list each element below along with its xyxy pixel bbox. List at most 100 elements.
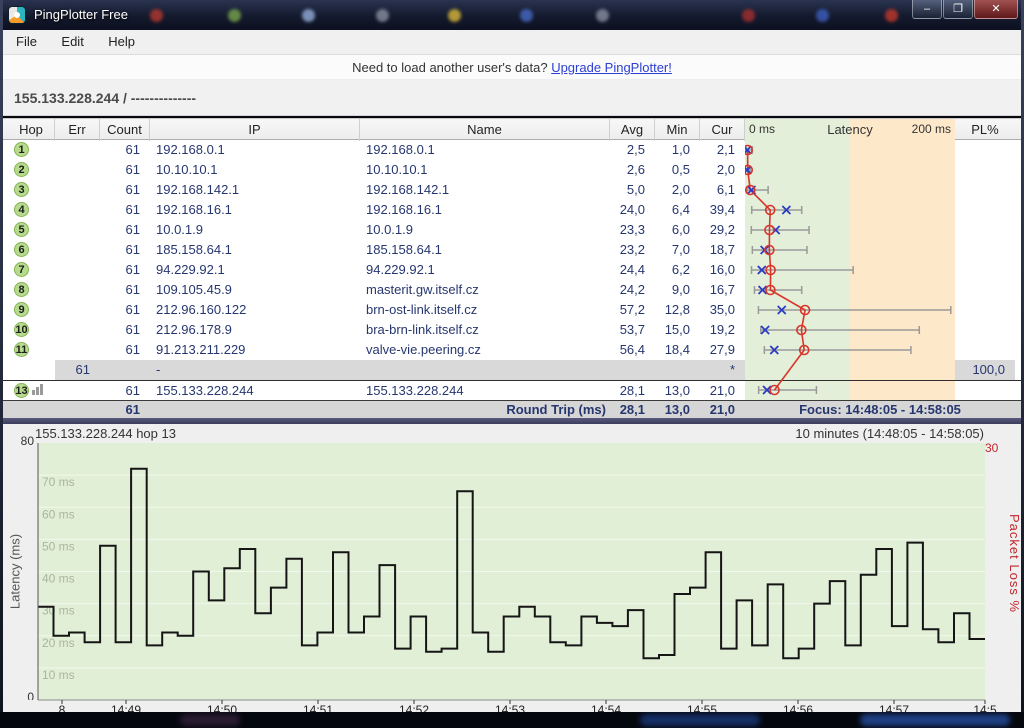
cell-name: masterit.gw.itself.cz xyxy=(360,280,610,300)
upgrade-link[interactable]: Upgrade PingPlotter! xyxy=(551,60,672,75)
column-header-min[interactable]: Min xyxy=(655,119,700,141)
glass-artifact xyxy=(885,9,898,22)
cell-hop xyxy=(8,360,55,380)
table-row[interactable]: 61-*100,0 xyxy=(0,360,1024,380)
column-header-count[interactable]: Count xyxy=(100,119,150,141)
summary-avg: 28,1 xyxy=(610,401,655,419)
table-row[interactable]: 161192.168.0.1192.168.0.12,51,02,1 xyxy=(0,140,1024,160)
cell-pl xyxy=(955,180,1015,200)
menu-file[interactable]: File xyxy=(6,30,47,53)
title-bar[interactable]: PingPlotter Free – ❐ ✕ xyxy=(0,0,1024,30)
cell-hop: 5 xyxy=(8,220,55,240)
hop-number-badge: 1 xyxy=(14,142,29,157)
menu-edit[interactable]: Edit xyxy=(51,30,93,53)
minimize-button[interactable]: – xyxy=(912,0,942,19)
column-header-name[interactable]: Name xyxy=(360,119,610,141)
cell-count: 61 xyxy=(100,280,150,300)
cell-min: 18,4 xyxy=(655,340,700,360)
cell-avg xyxy=(610,360,655,380)
glass-artifact xyxy=(448,9,461,22)
table-row[interactable]: 56110.0.1.910.0.1.923,36,029,2 xyxy=(0,220,1024,240)
menu-help[interactable]: Help xyxy=(98,30,145,53)
table-row[interactable]: 961212.96.160.122brn-ost-link.itself.cz5… xyxy=(0,300,1024,320)
hop-number-badge: 7 xyxy=(14,262,29,277)
cell-ip: 212.96.160.122 xyxy=(150,300,360,320)
cell-err xyxy=(55,280,100,300)
glass-artifact xyxy=(150,9,163,22)
x-tick-label: 8 xyxy=(59,703,66,712)
cell-cur: 35,0 xyxy=(700,300,745,320)
cell-err xyxy=(55,240,100,260)
cell-count: 61 xyxy=(100,260,150,280)
round-trip-row: 61Round Trip (ms)28,113,021,0Focus: 14:4… xyxy=(0,400,1024,418)
cell-count: 61 xyxy=(100,381,150,401)
focus-range-text: Focus: 14:48:05 - 14:58:05 xyxy=(745,401,1015,419)
table-row[interactable]: 461192.168.16.1192.168.16.124,06,439,4 xyxy=(0,200,1024,220)
cell-hop: 11 xyxy=(8,340,55,360)
glass-artifact xyxy=(228,9,241,22)
cell-pl xyxy=(955,320,1015,340)
cell-ip: 91.213.211.229 xyxy=(150,340,360,360)
maximize-button[interactable]: ❐ xyxy=(943,0,973,19)
cell-err xyxy=(55,220,100,240)
taskbar xyxy=(0,712,1024,728)
cell-name: valve-vie.peering.cz xyxy=(360,340,610,360)
menu-bar: File Edit Help xyxy=(0,30,1024,55)
table-row[interactable]: 116191.213.211.229valve-vie.peering.cz56… xyxy=(0,340,1024,360)
column-header-pl[interactable]: PL% xyxy=(955,119,1015,141)
hop-number-badge: 4 xyxy=(14,202,29,217)
cell-avg: 23,3 xyxy=(610,220,655,240)
x-tick-label: 14:52 xyxy=(399,703,429,712)
cell-hop: 13 xyxy=(8,381,55,401)
table-row[interactable]: 76194.229.92.194.229.92.124,46,216,0 xyxy=(0,260,1024,280)
cell-name: 192.168.142.1 xyxy=(360,180,610,200)
column-header-err[interactable]: Err xyxy=(55,119,100,141)
cell-name: bra-brn-link.itself.cz xyxy=(360,320,610,340)
close-button[interactable]: ✕ xyxy=(974,0,1018,19)
gridline-label: 70 ms xyxy=(42,475,75,489)
table-row[interactable]: 26110.10.10.110.10.10.12,60,52,0 xyxy=(0,160,1024,180)
cell-cur: * xyxy=(700,360,745,380)
cell-pl: 100,0 xyxy=(955,360,1015,380)
table-row[interactable]: 661185.158.64.1185.158.64.123,27,018,7 xyxy=(0,240,1024,260)
cell-min: 12,8 xyxy=(655,300,700,320)
cell-cur: 2,0 xyxy=(700,160,745,180)
cell-err xyxy=(55,300,100,320)
cell-count xyxy=(100,360,150,380)
cell-min: 6,4 xyxy=(655,200,700,220)
cell-min: 9,0 xyxy=(655,280,700,300)
column-header-cur[interactable]: Cur xyxy=(700,119,745,141)
cell-count: 61 xyxy=(100,340,150,360)
cell-avg: 5,0 xyxy=(610,180,655,200)
table-row[interactable]: 361192.168.142.1192.168.142.15,02,06,1 xyxy=(0,180,1024,200)
timeline-panel: 155.133.228.244 hop 13 10 minutes (14:48… xyxy=(0,424,1024,712)
window-title: PingPlotter Free xyxy=(34,7,128,22)
table-row[interactable]: 861109.105.45.9masterit.gw.itself.cz24,2… xyxy=(0,280,1024,300)
x-tick-label: 14:55 xyxy=(687,703,717,712)
column-header-avg[interactable]: Avg xyxy=(610,119,655,141)
column-header-ip[interactable]: IP xyxy=(150,119,360,141)
cell-hop: 9 xyxy=(8,300,55,320)
cell-ip: 192.168.142.1 xyxy=(150,180,360,200)
upgrade-banner: Need to load another user's data? Upgrad… xyxy=(0,55,1024,80)
hop-number-badge: 13 xyxy=(14,383,29,398)
cell-cur: 29,2 xyxy=(700,220,745,240)
table-row[interactable]: 1361155.133.228.244155.133.228.24428,113… xyxy=(0,380,1024,400)
column-header-hop[interactable]: Hop xyxy=(8,119,55,141)
cell-ip: 212.96.178.9 xyxy=(150,320,360,340)
cell-min: 2,0 xyxy=(655,180,700,200)
gridline-label: 10 ms xyxy=(42,668,75,682)
hop-activity-icon xyxy=(32,381,44,395)
summary-min: 13,0 xyxy=(655,401,700,419)
window-border-left xyxy=(0,0,3,712)
cell-cur: 27,9 xyxy=(700,340,745,360)
cell-hop: 10 xyxy=(8,320,55,340)
table-row[interactable]: 1061212.96.178.9bra-brn-link.itself.cz53… xyxy=(0,320,1024,340)
hop-number-badge: 3 xyxy=(14,182,29,197)
timeline-chart[interactable]: 10 ms20 ms30 ms40 ms50 ms60 ms70 ms814:4… xyxy=(0,424,1024,712)
cell-avg: 2,5 xyxy=(610,140,655,160)
table-header: HopErrCountIPNameAvgMinCur0 ms200 msLate… xyxy=(0,118,1024,140)
cell-hop: 6 xyxy=(8,240,55,260)
x-tick-label: 14:5 xyxy=(973,703,997,712)
cell-pl xyxy=(955,240,1015,260)
